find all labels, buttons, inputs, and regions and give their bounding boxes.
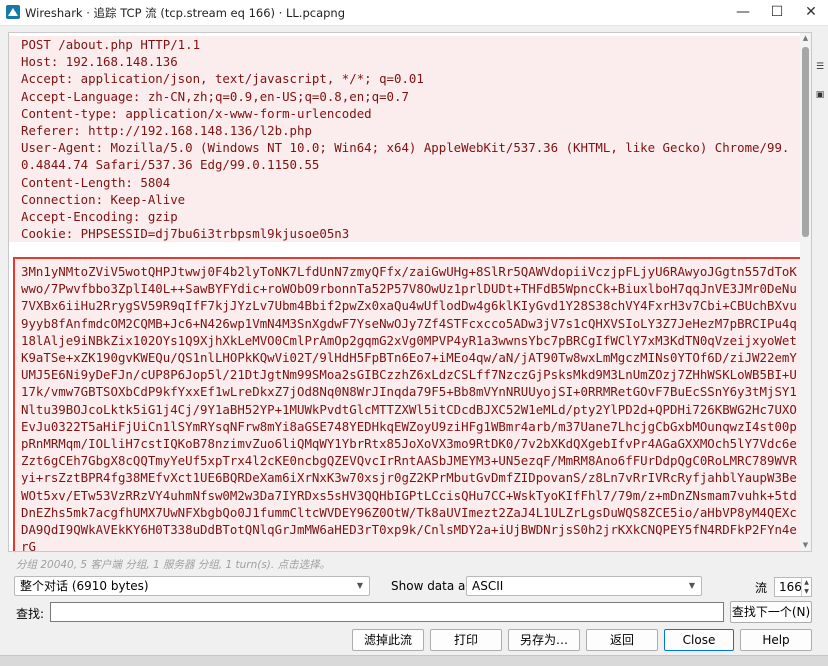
header-content-type: Content-type: application/x-www-form-url… (9, 104, 801, 123)
header-connection: Connection: Keep-Alive (9, 190, 801, 209)
stream-label: 流 (755, 581, 768, 595)
request-header-block: POST /about.php HTTP/1.1 Host: 192.168.1… (9, 36, 801, 243)
filter-out-button[interactable]: 滤掉此流 (352, 629, 424, 651)
chevron-down-icon: ▼ (688, 581, 695, 590)
wireshark-fin-icon (6, 5, 20, 19)
chevron-down-icon: ▼ (356, 581, 363, 590)
background-window-edge (812, 26, 828, 655)
window-title: Wireshark · 追踪 TCP 流 (tcp.stream eq 166)… (25, 6, 346, 20)
header-cookie: Cookie: PHPSESSID=dj7bu6i3trbpsml9kjusoe… (9, 225, 801, 243)
print-button[interactable]: 打印 (430, 629, 502, 651)
window-title-bar: Wireshark · 追踪 TCP 流 (tcp.stream eq 166)… (0, 0, 828, 26)
pin-icon: ☰ (815, 62, 825, 72)
close-button[interactable]: Close (664, 629, 734, 651)
header-accept-encoding: Accept-Encoding: gzip (9, 208, 801, 226)
header-referer: Referer: http://192.168.148.136/l2b.php (9, 122, 801, 140)
scroll-down-icon[interactable]: ▼ (800, 540, 811, 551)
request-body-highlight: 3Mn1yNMtoZViV5wotQHPJtwwj0F4b2lyToNK7Lfd… (13, 257, 805, 552)
stream-content-pane[interactable]: POST /about.php HTTP/1.1 Host: 192.168.1… (8, 32, 812, 552)
show-data-select[interactable]: ASCII ▼ (466, 576, 702, 596)
save-as-button[interactable]: 另存为… (508, 629, 580, 651)
request-line: POST /about.php HTTP/1.1 (9, 36, 801, 54)
stream-number-value: 166 (779, 580, 802, 594)
minimize-icon[interactable]: — (726, 0, 760, 26)
show-data-label: Show data as (391, 579, 472, 593)
header-accept: Accept: application/json, text/javascrip… (9, 70, 801, 88)
header-accept-language: Accept-Language: zh-CN,zh;q=0.9,en-US;q=… (9, 87, 801, 105)
request-body: 3Mn1yNMtoZViV5wotQHPJtwwj0F4b2lyToNK7Lfd… (21, 264, 797, 552)
conversation-select-value: 整个对话 (6910 bytes) (20, 579, 149, 593)
stream-number-spinbox[interactable]: 166 ▲ ▼ (774, 577, 812, 597)
back-button[interactable]: 返回 (586, 629, 658, 651)
header-content-length: Content-Length: 5804 (9, 173, 801, 191)
scroll-up-icon[interactable]: ▲ (800, 33, 811, 44)
find-label: 查找: (16, 607, 45, 621)
header-host: Host: 192.168.148.136 (9, 53, 801, 71)
packet-status-text: 分组 20040, 5 客户端 分组, 1 服务器 分组, 1 turn(s).… (16, 559, 331, 571)
help-button[interactable]: Help (740, 629, 812, 651)
conversation-select[interactable]: 整个对话 (6910 bytes) ▼ (14, 576, 370, 596)
scroll-thumb[interactable] (802, 47, 809, 237)
vertical-scrollbar[interactable]: ▲ ▼ (800, 33, 811, 551)
spin-arrows-icon[interactable]: ▲ ▼ (801, 578, 811, 596)
close-icon[interactable]: ✕ (794, 0, 828, 26)
taskbar-strip (0, 655, 828, 666)
show-data-select-value: ASCII (472, 579, 504, 593)
maximize-icon[interactable]: ☐ (760, 0, 794, 26)
header-user-agent: User-Agent: Mozilla/5.0 (Windows NT 10.0… (9, 139, 801, 174)
find-next-button[interactable]: 查找下一个(N) (730, 601, 812, 623)
window-icon: ▣ (815, 90, 825, 100)
find-input[interactable] (50, 602, 724, 622)
